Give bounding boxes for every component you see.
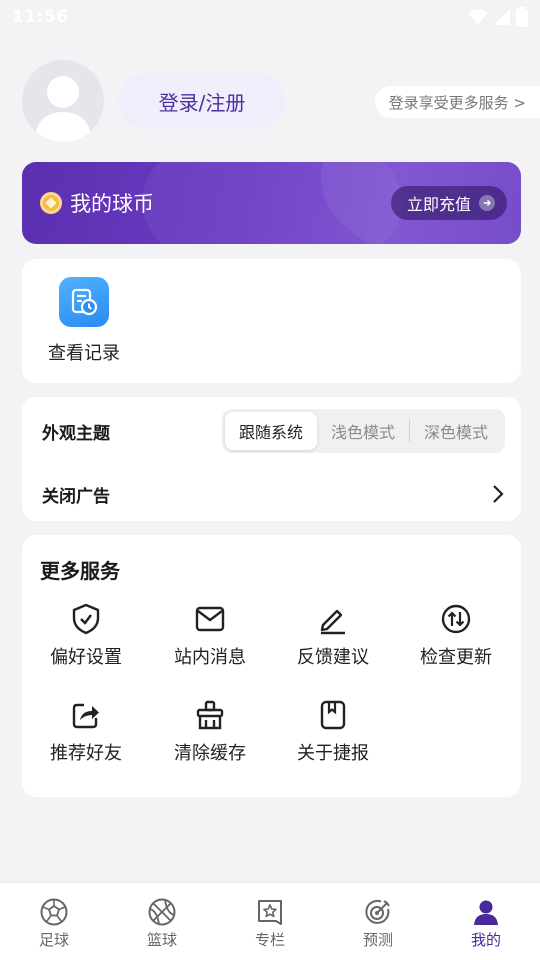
theme-option-light[interactable]: 浅色模式 — [317, 412, 409, 450]
view-history-button[interactable]: 查看记录 — [44, 277, 124, 365]
status-bar: 11:56 — [0, 0, 540, 34]
envelope-icon — [195, 606, 225, 632]
coin-title: 我的球币 — [70, 192, 154, 216]
status-time: 11:56 — [12, 7, 69, 27]
login-promo-link[interactable]: 登录享受更多服务 > — [374, 86, 540, 118]
tab-prediction-label: 预测 — [362, 931, 393, 949]
basketball-icon — [148, 898, 176, 926]
login-promo-label: 登录享受更多服务 > — [388, 93, 526, 112]
football-icon — [40, 898, 68, 926]
tab-basketball[interactable]: 篮球 — [108, 883, 216, 960]
profile-header: 登录/注册 登录享受更多服务 > — [22, 60, 540, 144]
coin-card[interactable]: 我的球币 立即充值 — [22, 162, 521, 244]
tab-mine-label: 我的 — [470, 931, 501, 949]
services-title: 更多服务 — [40, 559, 120, 583]
appearance-row: 外观主题 跟随系统 浅色模式 深色模式 — [42, 409, 505, 453]
book-icon — [320, 700, 346, 730]
feedback-button[interactable]: 反馈建议 — [271, 603, 395, 669]
profile-icon — [474, 900, 498, 925]
recommend-friends-label: 推荐好友 — [50, 743, 122, 764]
check-update-button[interactable]: 检查更新 — [394, 603, 518, 669]
about-label: 关于捷报 — [297, 743, 369, 764]
recommend-friends-button[interactable]: 推荐好友 — [24, 699, 148, 765]
arrow-right-icon — [479, 195, 495, 211]
history-card: 查看记录 — [22, 259, 521, 383]
tab-mine[interactable]: 我的 — [432, 883, 540, 960]
prediction-icon — [365, 899, 390, 924]
tab-prediction[interactable]: 预测 — [324, 883, 432, 960]
recharge-button[interactable]: 立即充值 — [390, 186, 507, 220]
login-register-label: 登录/注册 — [158, 90, 246, 115]
tab-basketball-label: 篮球 — [146, 931, 177, 949]
about-button[interactable]: 关于捷报 — [271, 699, 395, 765]
update-arrows-icon — [441, 604, 471, 634]
close-ads-row[interactable]: 关闭广告 — [42, 473, 505, 515]
preferences-button[interactable]: 偏好设置 — [24, 603, 148, 669]
recharge-label: 立即充值 — [406, 195, 471, 214]
check-update-label: 检查更新 — [420, 647, 492, 668]
feedback-label: 反馈建议 — [297, 647, 369, 668]
tab-football-label: 足球 — [38, 931, 69, 949]
clear-cache-label: 清除缓存 — [174, 743, 246, 764]
shield-check-icon — [72, 603, 100, 635]
view-history-label: 查看记录 — [48, 343, 120, 364]
share-icon — [72, 703, 99, 729]
status-icons — [468, 7, 528, 27]
clear-cache-button[interactable]: 清除缓存 — [148, 699, 272, 765]
battery-icon — [516, 7, 528, 27]
theme-segmented-control: 跟随系统 浅色模式 深色模式 — [221, 409, 505, 453]
login-register-button[interactable]: 登录/注册 — [118, 73, 286, 129]
tab-column[interactable]: 专栏 — [216, 883, 324, 960]
default-avatar-icon — [34, 76, 92, 142]
tab-column-label: 专栏 — [254, 931, 285, 949]
wifi-icon — [468, 9, 488, 24]
edit-icon — [320, 609, 345, 635]
history-icon — [59, 277, 109, 327]
broom-icon — [196, 700, 224, 730]
bottom-tab-bar: 足球 篮球 专栏 预测 我的 — [0, 882, 540, 960]
services-card: 更多服务 偏好设置 站内消息 反馈建议 检查更新 推荐好友 清除缓存 关于捷报 — [22, 535, 521, 797]
messages-label: 站内消息 — [174, 647, 246, 668]
theme-option-system[interactable]: 跟随系统 — [224, 412, 317, 450]
coin-icon — [40, 192, 62, 214]
signal-icon — [494, 9, 510, 25]
column-icon — [258, 900, 282, 925]
appearance-title: 外观主题 — [42, 423, 110, 444]
preferences-label: 偏好设置 — [50, 647, 122, 668]
chevron-right-icon — [493, 485, 504, 503]
messages-button[interactable]: 站内消息 — [148, 603, 272, 669]
theme-option-dark[interactable]: 深色模式 — [410, 412, 502, 450]
coin-title-group: 我的球币 — [40, 162, 154, 244]
settings-card: 外观主题 跟随系统 浅色模式 深色模式 关闭广告 — [22, 397, 521, 521]
tab-football[interactable]: 足球 — [0, 883, 108, 960]
avatar[interactable] — [22, 60, 104, 142]
close-ads-title: 关闭广告 — [42, 486, 110, 507]
